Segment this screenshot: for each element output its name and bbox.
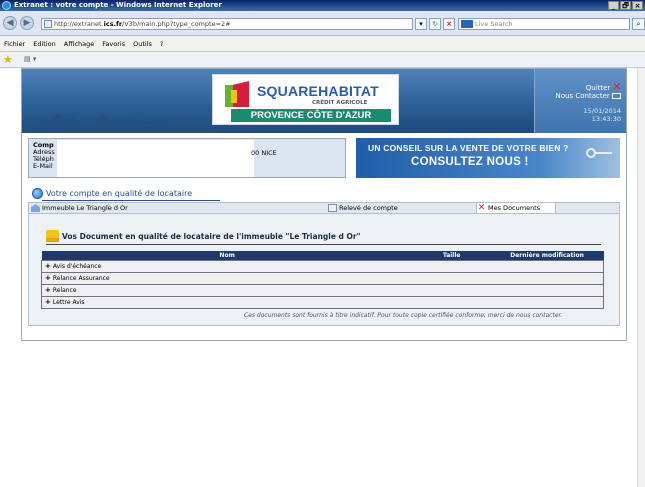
promo-line-1: UN CONSEIL SUR LA VENTE DE VOTRE BIEN ? xyxy=(368,143,569,153)
globe-icon xyxy=(32,188,43,199)
tab-releve-de-compte[interactable]: Relevé de compte xyxy=(328,203,398,213)
document-row-label[interactable]: + Avis d'échéance xyxy=(41,260,604,273)
heading-underline xyxy=(46,244,601,245)
window-title: Extranet : votre compte - Windows Intern… xyxy=(14,1,222,9)
documents-panel: Vos Document en qualité de locataire de … xyxy=(28,213,620,326)
statement-icon xyxy=(328,204,337,212)
address-bar[interactable]: http://extranet.ics.fr/V3b/main.php?type… xyxy=(41,18,413,30)
header-banner: SQUAREHABITAT CRÉDIT AGRICOLE PROVENCE C… xyxy=(22,69,626,133)
contact-label: Nous Contacter xyxy=(555,92,610,100)
folder-icon xyxy=(46,230,59,242)
promo-line-2: CONSULTEZ NOUS ! xyxy=(411,156,529,168)
live-search-logo-icon xyxy=(461,20,473,28)
menu-edition[interactable]: Edition xyxy=(33,36,56,51)
tab-mes-documents[interactable]: ✕ Mes Documents xyxy=(476,202,556,213)
mail-icon xyxy=(612,93,621,99)
favorites-star-icon[interactable]: ★ xyxy=(3,54,13,66)
extranet-container: SQUAREHABITAT CRÉDIT AGRICOLE PROVENCE C… xyxy=(21,68,627,341)
menu-fichier[interactable]: Fichier xyxy=(4,36,25,51)
stop-icon[interactable]: × xyxy=(443,18,455,30)
documents-disclaimer: Ces documents sont fournis à titre indic… xyxy=(244,312,563,319)
document-row-label[interactable]: + Lettre Avis xyxy=(41,296,604,309)
expand-plus-icon[interactable]: + xyxy=(45,298,51,306)
account-info-box: Comp Adress Téléph E-Mail 00 NICE xyxy=(28,138,346,178)
menu-help[interactable]: ? xyxy=(160,36,163,51)
logo-text: SQUAREHABITAT xyxy=(257,83,379,99)
window-titlebar: Extranet : votre compte - Windows Intern… xyxy=(0,0,645,11)
tab-docs-label: Mes Documents xyxy=(488,204,541,212)
restore-button[interactable]: 🗗 xyxy=(620,1,631,10)
promo-banner[interactable]: UN CONSEIL SUR LA VENTE DE VOTRE BIEN ? … xyxy=(356,138,620,178)
table-row[interactable]: + Relance Assurance xyxy=(41,272,604,285)
ie-logo-icon xyxy=(2,1,11,10)
address-dropdown-icon[interactable]: ▾ xyxy=(415,18,427,30)
section-underline xyxy=(42,200,220,201)
date-time: 15/01/2014 13:43:30 xyxy=(584,107,621,123)
page-favicon-icon xyxy=(44,20,52,28)
key-icon xyxy=(586,148,612,166)
menu-outils[interactable]: Outils xyxy=(133,36,152,51)
close-window-button[interactable]: × xyxy=(632,1,643,10)
tab-releve-label: Relevé de compte xyxy=(339,204,398,212)
expand-plus-icon[interactable]: + xyxy=(45,286,51,294)
building-icon xyxy=(31,204,40,212)
logo-region: PROVENCE CÔTE D'AZUR xyxy=(231,109,391,122)
redacted-area xyxy=(57,140,254,177)
favorites-bar: ★ ▤ ▾ xyxy=(0,52,645,68)
live-search-placeholder: Live Search xyxy=(475,20,513,28)
refresh-icon[interactable]: ↻ xyxy=(429,18,441,30)
window-controls: _ 🗗 × xyxy=(608,1,643,10)
address-toolbar: ◀ ▶ http://extranet.ics.fr/V3b/main.php?… xyxy=(0,11,645,36)
current-time: 13:43:30 xyxy=(591,115,621,123)
menu-bar: Fichier Edition Affichage Favoris Outils… xyxy=(0,36,645,52)
column-header-taille[interactable]: Taille xyxy=(413,251,491,261)
minimize-button[interactable]: _ xyxy=(608,1,619,10)
column-header-nom[interactable]: Nom xyxy=(42,251,413,261)
user-box: Quitter ✕ Nous Contacter 15/01/2014 13:4… xyxy=(534,69,626,133)
menu-affichage[interactable]: Affichage xyxy=(64,36,95,51)
tab-immeuble-label: Immeuble Le Triangle d Or xyxy=(42,204,128,212)
vertical-scrollbar[interactable] xyxy=(637,68,645,487)
column-header-modification[interactable]: Dernière modification xyxy=(491,251,604,261)
menu-favoris[interactable]: Favoris xyxy=(102,36,125,51)
forward-button[interactable]: ▶ xyxy=(20,16,34,30)
url-suffix: /V3b/main.php?type_compte=2# xyxy=(122,20,231,28)
back-button[interactable]: ◀ xyxy=(3,16,17,30)
expand-plus-icon[interactable]: + xyxy=(45,262,51,270)
table-row[interactable]: + Relance xyxy=(41,284,604,297)
current-date: 15/01/2014 xyxy=(583,107,621,115)
tab-bar: Immeuble Le Triangle d Or Relevé de comp… xyxy=(28,202,620,213)
section-title: Votre compte en qualité de locataire xyxy=(32,188,192,200)
url-domain: ics.fr xyxy=(103,20,123,28)
logo-subtitle: CRÉDIT AGRICOLE xyxy=(312,100,368,106)
contact-link[interactable]: Nous Contacter xyxy=(556,92,621,100)
url-prefix: http://extranet. xyxy=(54,20,104,28)
documents-table: Nom Taille Dernière modification + Avis d… xyxy=(41,251,604,309)
document-row-label[interactable]: + Relance Assurance xyxy=(41,272,604,285)
live-search-input[interactable]: Live Search xyxy=(458,18,630,30)
documents-x-icon: ✕ xyxy=(477,203,486,213)
search-icon[interactable]: ⌕ xyxy=(632,18,645,30)
documents-heading: Vos Document en qualité de locataire de … xyxy=(46,230,361,242)
info-city: 00 NICE xyxy=(251,149,277,157)
table-row[interactable]: + Avis d'échéance xyxy=(41,260,604,273)
expand-plus-icon[interactable]: + xyxy=(45,274,51,282)
page-tools-icon[interactable]: ▤ ▾ xyxy=(24,55,44,65)
page-viewport: SQUAREHABITAT CRÉDIT AGRICOLE PROVENCE C… xyxy=(0,68,645,487)
table-row[interactable]: + Lettre Avis xyxy=(41,296,604,309)
logo-mark-icon xyxy=(225,81,250,109)
quit-label: Quitter xyxy=(585,84,611,92)
city-skyline-decoration xyxy=(22,113,222,133)
square-habitat-logo: SQUAREHABITAT CRÉDIT AGRICOLE PROVENCE C… xyxy=(212,74,399,125)
tab-immeuble[interactable]: Immeuble Le Triangle d Or xyxy=(31,203,128,213)
document-row-label[interactable]: + Relance xyxy=(41,284,604,297)
table-header-row: Nom Taille Dernière modification xyxy=(41,251,604,261)
